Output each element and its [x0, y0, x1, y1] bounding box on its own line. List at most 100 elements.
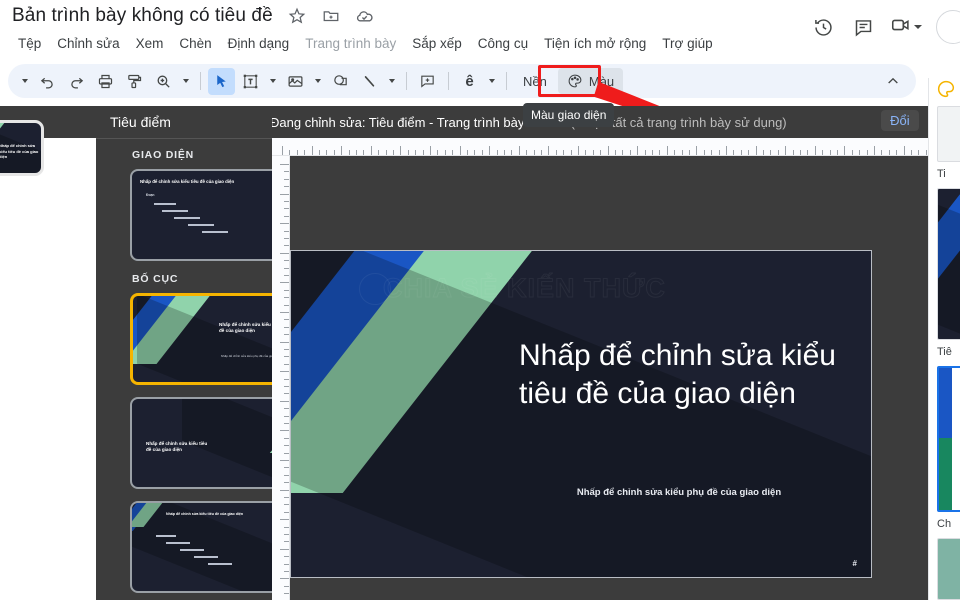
ruler-tick [284, 482, 289, 484]
ruler-tick [284, 201, 289, 202]
version-history-icon[interactable] [810, 14, 836, 40]
redo-button[interactable] [63, 68, 90, 95]
ruler-tick [284, 319, 289, 321]
theme-card-2[interactable] [937, 366, 960, 512]
paint-format-button[interactable] [121, 68, 148, 95]
zoom-button[interactable] [150, 68, 177, 95]
page-title[interactable]: Bản trình bày không có tiêu đề [12, 5, 273, 27]
ruler-tick [280, 164, 289, 165]
move-to-folder-icon[interactable] [321, 6, 341, 26]
layout-thumbnail-title-and-body[interactable]: Nhấp để chỉnh sửa kiểu tiêu đề của giao … [130, 501, 272, 593]
image-caret[interactable] [311, 68, 325, 95]
line-caret[interactable] [385, 68, 399, 95]
theme-color-button[interactable]: Màu [557, 68, 624, 94]
layout-0-title: Nhấp để chỉnh sửa kiểu tiêu đề của giao … [219, 322, 272, 334]
ruler-tick [615, 150, 616, 155]
ruler-tick [555, 150, 557, 155]
special-characters-button[interactable]: ê [456, 68, 483, 95]
zoom-caret[interactable] [179, 68, 193, 95]
menu-item-view[interactable]: Xem [128, 34, 172, 53]
background-label: Nền [523, 73, 547, 89]
add-comment-button[interactable] [414, 68, 441, 95]
ruler-tick [363, 150, 365, 155]
ruler-tick [284, 593, 289, 595]
text-box-caret[interactable] [266, 68, 280, 95]
horizontal-ruler[interactable] [272, 138, 960, 156]
background-button[interactable]: Nền [514, 68, 556, 94]
text-box-button[interactable] [237, 68, 264, 95]
slide-page-number: # [852, 559, 857, 568]
ruler-tick [280, 400, 289, 402]
theme-thumb-title: Nhấp để chỉnh sửa kiểu tiêu đề của giao … [140, 179, 235, 184]
menu-item-arrange[interactable]: Sắp xếp [404, 34, 470, 53]
ruler-tick [430, 146, 431, 155]
ruler-tick [755, 146, 757, 155]
menu-item-insert[interactable]: Chèn [171, 34, 219, 53]
line-button[interactable] [356, 68, 383, 95]
ruler-tick [800, 150, 801, 155]
select-tool-button[interactable] [208, 67, 235, 95]
ruler-tick [289, 150, 291, 155]
ruler-tick [280, 430, 289, 432]
layout-thumbnail-title-slide[interactable]: Nhấp để chỉnh sửa kiểu tiêu đề của giao … [130, 293, 272, 385]
ruler-tick [696, 146, 698, 155]
print-button[interactable] [92, 68, 119, 95]
ruler-tick [518, 146, 520, 155]
section-label-layout: BỐ CỤC [132, 273, 179, 285]
ruler-tick [814, 146, 816, 155]
collapse-toolbar-button[interactable] [880, 68, 906, 94]
filmstrip-thumbnail[interactable]: Nhấp để chỉnh sửa kiểu tiêu đề của giao … [0, 120, 44, 176]
menu-item-slide[interactable]: Trang trình bày [297, 34, 404, 53]
ruler-tick [903, 146, 905, 155]
slide-title-placeholder[interactable]: Nhấp để chỉnh sửa kiểu tiêu đề của giao … [519, 337, 839, 413]
layout-0-sub: Nhấp để chỉnh sửa kiểu phụ đề của giao d… [220, 354, 272, 358]
avatar[interactable] [936, 10, 960, 44]
menu-item-tools[interactable]: Công cụ [470, 34, 536, 53]
undo-button[interactable] [34, 68, 61, 95]
vertical-ruler[interactable] [272, 156, 290, 600]
menu-item-format[interactable]: Định dạng [220, 34, 298, 53]
theme-master-thumbnail[interactable]: Nhấp để chỉnh sửa kiểu tiêu đề của giao … [130, 169, 272, 261]
ruler-tick [280, 312, 289, 313]
image-button[interactable] [282, 68, 309, 95]
ruler-tick [284, 171, 289, 173]
meet-button[interactable] [890, 14, 922, 41]
menu-item-edit[interactable]: Chỉnh sửa [49, 34, 127, 53]
shape-button[interactable] [327, 68, 354, 95]
ruler-tick [284, 238, 289, 239]
theme-card-0[interactable] [937, 106, 960, 162]
ruler-tick [284, 556, 289, 558]
ruler-tick [284, 571, 289, 572]
comment-icon[interactable] [850, 14, 876, 40]
ruler-tick [280, 489, 289, 491]
ruler-tick [284, 349, 289, 350]
slide-editing-surface[interactable]: CHIA SẺ KIẾN THỨC Nhấp để chỉnh sửa kiểu… [290, 250, 872, 578]
slide-subtitle-placeholder[interactable]: Nhấp để chỉnh sửa kiểu phụ đề của giao d… [519, 487, 839, 498]
ruler-tick [600, 150, 602, 155]
menu-item-file[interactable]: Tệp [10, 34, 49, 53]
menu-item-extensions[interactable]: Tiện ích mở rộng [536, 34, 654, 53]
ruler-tick [284, 534, 289, 535]
change-theme-button[interactable]: Đổi [881, 110, 919, 131]
toolbar-overflow-caret[interactable] [18, 68, 32, 95]
ruler-tick [733, 150, 735, 155]
ruler-tick [333, 150, 335, 155]
themes-palette-icon[interactable] [931, 78, 960, 104]
theme-card-3[interactable] [937, 538, 960, 600]
ruler-tick [282, 146, 283, 155]
ruler-tick [866, 150, 868, 155]
star-icon[interactable] [287, 6, 307, 26]
ruler-tick [541, 150, 542, 155]
layout-thumbnail-section-header[interactable]: Nhấp để chỉnh sửa kiểu tiêu đề của giao … [130, 397, 272, 489]
special-characters-caret[interactable] [485, 68, 499, 95]
ruler-tick [284, 437, 289, 439]
ruler-tick [888, 150, 890, 155]
theme-card-1[interactable] [937, 188, 960, 340]
ruler-tick [881, 150, 883, 155]
menu-item-help[interactable]: Trợ giúp [654, 34, 720, 53]
ruler-tick [393, 150, 394, 155]
ruler-tick [284, 230, 289, 232]
ruler-tick [284, 356, 289, 358]
ruler-tick [284, 267, 289, 269]
cloud-saved-icon[interactable] [355, 6, 375, 26]
